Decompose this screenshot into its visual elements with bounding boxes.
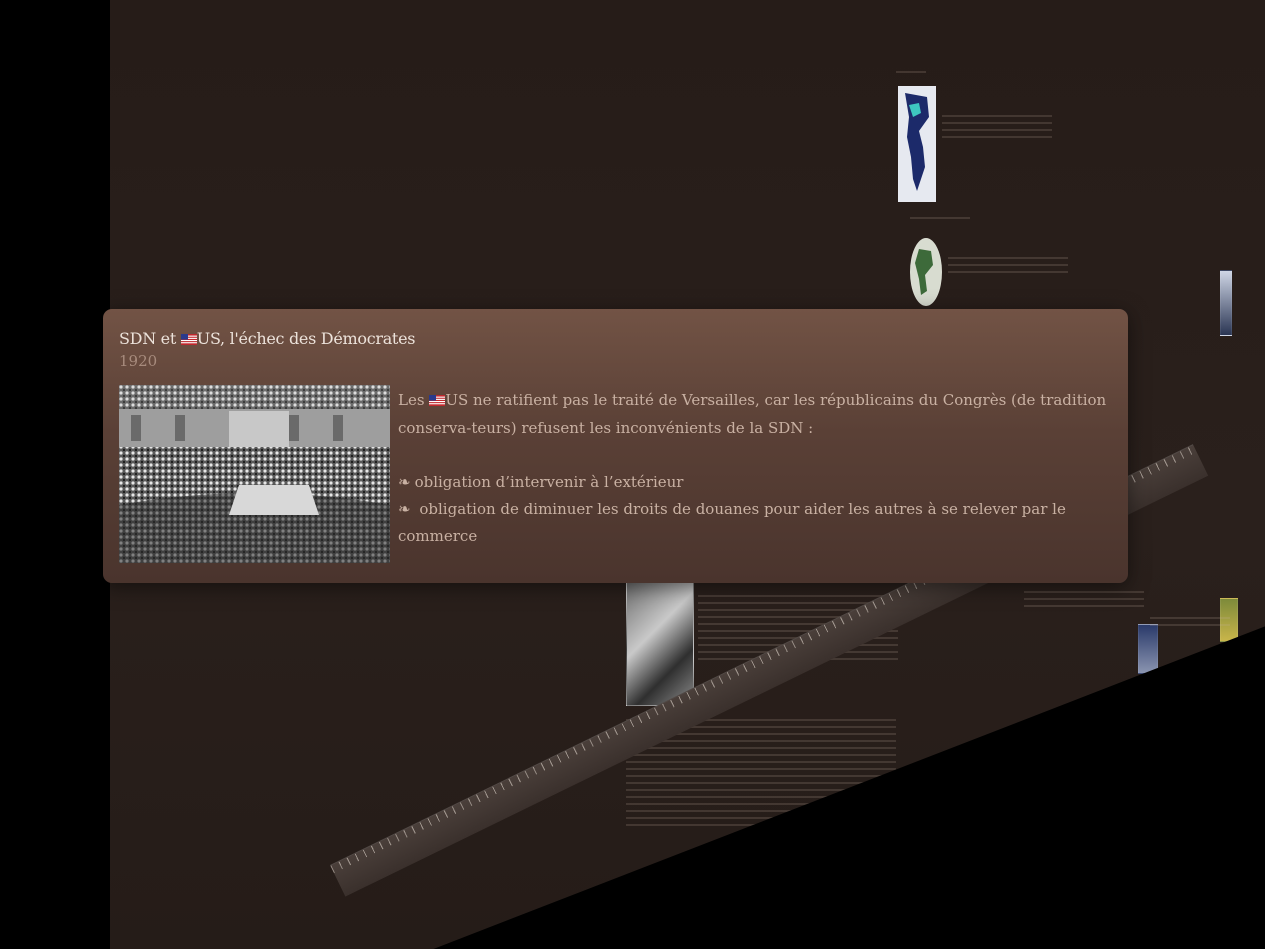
background-event[interactable]: [910, 212, 1080, 308]
portrait-thumbnail[interactable]: [1138, 624, 1158, 674]
portrait-thumbnail[interactable]: [1220, 270, 1232, 336]
us-flag-icon: [180, 330, 197, 349]
list-item: ❧ obligation d’intervenir à l’extérieur: [398, 473, 684, 491]
event-date: 1920: [119, 352, 158, 370]
list-item: ❧ obligation de diminuer les droits de d…: [398, 500, 1066, 545]
event-popup-card[interactable]: SDN et US, l'échec des Démocrates 1920 L…: [103, 309, 1128, 583]
us-flag-icon: [429, 388, 446, 415]
description-list: ❧ obligation d’intervenir à l’extérieur ❧…: [398, 469, 1110, 550]
americas-map-thumbnail: [898, 86, 936, 202]
photo-thumbnail: [626, 582, 694, 706]
congress-photo: [119, 385, 390, 563]
fleuron-bullet-icon: ❧: [398, 473, 411, 491]
event-description: Les US ne ratifient pas le traité de Ver…: [398, 387, 1110, 550]
description-paragraph: Les US ne ratifient pas le traité de Ver…: [398, 387, 1110, 442]
globe-thumbnail: [910, 238, 942, 306]
event-title: SDN et US, l'échec des Démocrates: [119, 329, 416, 349]
fleuron-bullet-icon: ❧: [398, 500, 411, 518]
background-event[interactable]: [896, 66, 1066, 206]
